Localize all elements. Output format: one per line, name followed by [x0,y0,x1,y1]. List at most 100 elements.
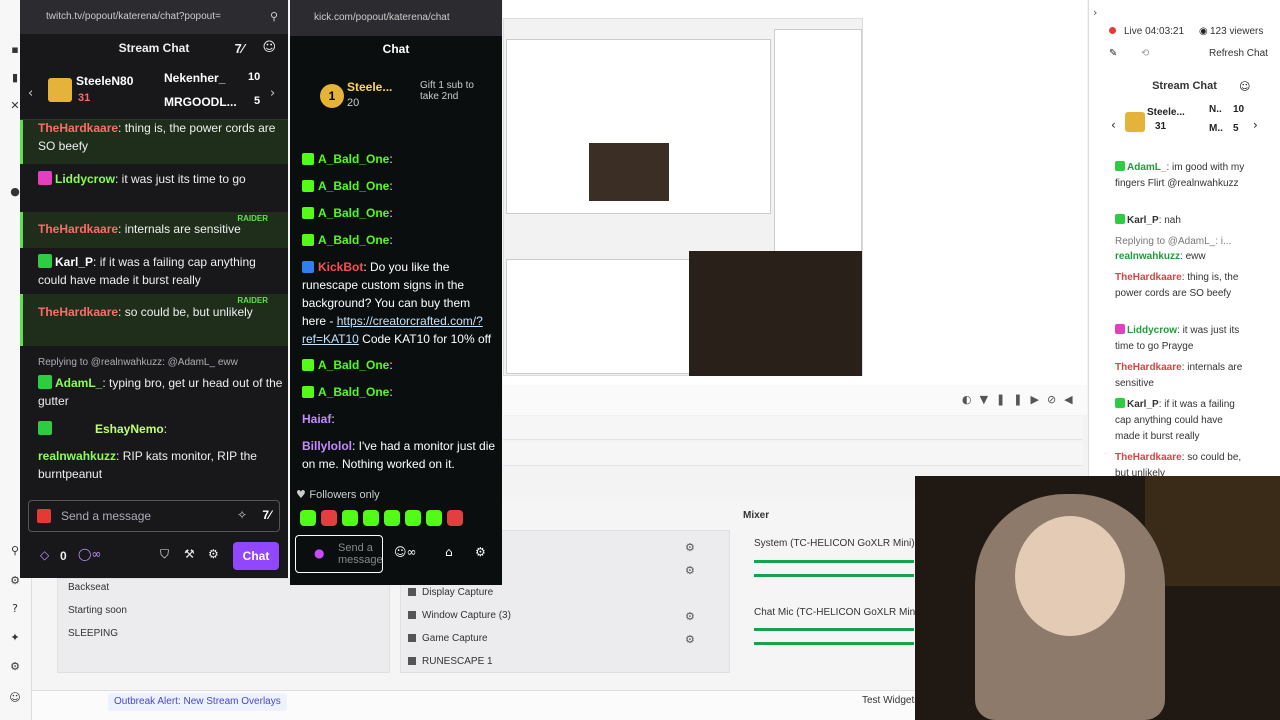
emote[interactable] [384,510,400,526]
emote-picker-icon[interactable] [37,509,51,523]
chat-message[interactable]: A_Bald_One: [302,231,497,249]
username[interactable]: A_Bald_One [318,179,389,193]
chat-message[interactable]: A_Bald_One: [302,150,497,168]
chevron-right-icon[interactable]: › [270,86,275,101]
source-settings-icon[interactable]: ⚙ [685,564,695,577]
chat-message[interactable]: A_Bald_One: [302,177,497,195]
gift-to-take-2nd[interactable]: Gift 1 sub to take 2nd [420,80,495,102]
username[interactable]: TheHardkaare [1115,272,1182,283]
source-settings-icon[interactable]: ⚙ [685,541,695,554]
username[interactable]: AdamL_ [1127,162,1166,173]
source-item[interactable]: Display Capture [408,587,493,598]
username[interactable]: Billylolol [302,439,352,453]
chevron-right-icon[interactable]: › [1253,118,1258,132]
username[interactable]: Karl_P [55,255,93,269]
user-icon[interactable]: ☺ [9,692,21,704]
emote[interactable] [300,510,316,526]
username[interactable]: A_Bald_One [318,233,389,247]
timer-icon[interactable]: ◯∞ [78,547,101,561]
source-item[interactable]: Window Capture (3) [408,610,511,621]
preview-control-icons[interactable]: ◐▼❚❚▶⊘◀ [962,393,1081,406]
chat-input[interactable]: ● Send a message [295,535,383,573]
emote[interactable] [405,510,421,526]
edit-icon[interactable]: ✎ [1109,48,1117,59]
source-item[interactable]: RUNESCAPE 1 [408,656,493,667]
chat-send-button[interactable]: Chat [233,542,279,570]
chat-message[interactable]: TheHardkaare: so could be, but unlikely [38,303,283,321]
username[interactable]: EshayNemo [95,422,164,436]
scene-item[interactable]: Backseat [68,582,109,593]
emote[interactable] [342,510,358,526]
username[interactable]: Haiaf [302,412,331,426]
username[interactable]: Liddycrow [1127,325,1177,336]
settings-icon[interactable]: ⚙ [475,545,486,559]
chat-message[interactable]: EshayNemo: [38,420,283,438]
username[interactable]: Karl_P [1127,399,1159,410]
chevron-left-icon[interactable]: ‹ [1111,118,1116,132]
store-icon[interactable]: ⌂ [445,545,453,559]
username[interactable]: realnwahkuzz [1115,251,1180,262]
username[interactable]: TheHardkaare [38,305,118,319]
chat-message[interactable]: TheHardkaare: thing is, the power cords … [38,119,283,155]
username[interactable]: TheHardkaare [1115,362,1182,373]
outbreak-alert-banner[interactable]: Outbreak Alert: New Stream Overlays [108,693,287,711]
username[interactable]: A_Bald_One [318,206,389,220]
chevron-left-icon[interactable]: ‹ [28,86,33,101]
username[interactable]: TheHardkaare [38,222,118,236]
chat-message[interactable]: A_Bald_One: [302,383,497,401]
mod-tools-icon[interactable]: ⚒ [184,547,195,561]
scene-item[interactable]: SLEEPING [68,628,118,639]
source-settings-icon[interactable]: ⚙ [685,610,695,623]
sparkle-icon[interactable]: ✦ [9,632,21,644]
username[interactable]: realnwahkuzz [38,449,116,463]
username[interactable]: TheHardkaare [38,121,118,135]
sparkle-icon[interactable]: ✧ [237,508,247,522]
gear-icon[interactable]: ⚙ [9,661,21,673]
chat-message[interactable]: Liddycrow: it was just its time to go [38,170,283,188]
emote[interactable] [321,510,337,526]
username[interactable]: A_Bald_One [318,385,389,399]
users-icon[interactable]: ☺ [262,40,276,55]
username[interactable]: A_Bald_One [318,358,389,372]
chat-message[interactable]: Karl_P: nah [1115,213,1250,229]
users-icon[interactable]: ☺ [1239,80,1250,93]
microphone-icon[interactable]: ● [314,546,324,560]
emote-bar[interactable] [300,510,468,526]
scene-item[interactable]: Starting soon [68,605,127,616]
chat-message[interactable]: TheHardkaare: thing is, the power cords … [1115,270,1250,302]
username[interactable]: KickBot [318,260,363,274]
channel-points-icon[interactable]: ◇ [40,548,49,562]
chat-message[interactable]: AdamL_: typing bro, get ur head out of t… [38,374,283,410]
emote[interactable] [363,510,379,526]
chat-message[interactable]: realnwahkuzz: eww [1115,249,1250,265]
emote[interactable] [447,510,463,526]
chat-message[interactable]: Karl_P: if it was a failing cap anything… [1115,397,1250,445]
chat-message[interactable]: KickBot: Do you like the runescape custo… [302,258,497,348]
kick-address-bar[interactable]: kick.com/popout/katerena/chat [290,0,502,36]
twitch-address-bar[interactable]: twitch.tv/popout/katerena/chat?popout= ⚲ [20,0,288,34]
7tv-icon[interactable]: 7⁄ [262,508,271,522]
settings-icon[interactable]: ⚙ [208,547,219,561]
emote-icon[interactable]: ☺∞ [394,545,417,559]
username[interactable]: A_Bald_One [318,152,389,166]
username[interactable]: Liddycrow [55,172,115,186]
chat-message[interactable]: TheHardkaare: internals are sensitive [1115,360,1250,392]
username[interactable]: Karl_P [1127,215,1159,226]
chat-message[interactable]: AdamL_: im good with my fingers Flirt @r… [1115,160,1250,192]
chat-input[interactable]: Send a message ✧ 7⁄ [28,500,280,532]
help-icon[interactable]: ? [9,603,21,615]
share-icon[interactable]: ⟲ [1141,48,1149,59]
zoom-icon[interactable]: ⚲ [270,10,278,23]
source-settings-icon[interactable]: ⚙ [685,633,695,646]
chat-message[interactable]: A_Bald_One: [302,356,497,374]
refresh-chat-button[interactable]: Refresh Chat [1209,48,1268,59]
username[interactable]: TheHardkaare [1115,452,1182,463]
chat-message[interactable]: Haiaf: [302,410,497,428]
chevron-right-icon[interactable]: › [1093,6,1097,19]
chat-message[interactable]: Billylolol: I've had a monitor just die … [302,437,497,473]
source-item[interactable]: Game Capture [408,633,488,644]
chat-message[interactable]: A_Bald_One: [302,204,497,222]
username[interactable]: AdamL_ [55,376,102,390]
chat-message[interactable]: Karl_P: if it was a failing cap anything… [38,253,283,289]
7tv-icon[interactable]: 7⁄ [235,41,244,56]
